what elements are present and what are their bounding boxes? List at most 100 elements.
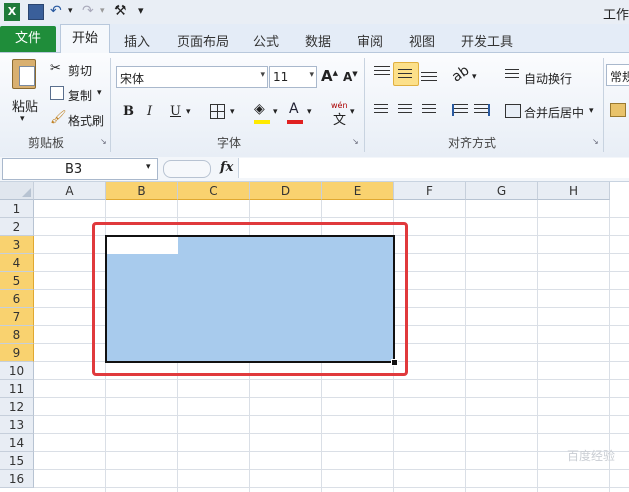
font-size-select[interactable]: 11 ▾ (269, 66, 317, 88)
align-left-icon[interactable] (374, 104, 388, 116)
column-header-g[interactable]: G (466, 182, 538, 200)
tab-file[interactable]: 文件 (0, 26, 56, 52)
font-launcher-icon[interactable]: ↘ (352, 137, 359, 146)
number-format-select[interactable]: 常规 (606, 64, 629, 86)
grow-font-button[interactable]: A▲ (321, 67, 338, 85)
row-header-2[interactable]: 2 (0, 218, 34, 236)
row-header-11[interactable]: 11 (0, 380, 34, 398)
align-center-icon[interactable] (398, 104, 412, 116)
column-header-f[interactable]: F (394, 182, 466, 200)
alignment-group-label: 对齐方式 (448, 136, 497, 150)
copy-icon (50, 86, 64, 100)
paste-icon[interactable] (10, 58, 38, 90)
formula-input[interactable] (238, 158, 629, 178)
formula-bar-handle[interactable] (163, 160, 211, 178)
chevron-down-icon: ▾ (260, 70, 265, 80)
column-header-c[interactable]: C (178, 182, 250, 200)
bottom-align-icon[interactable] (421, 72, 437, 84)
italic-button[interactable]: I (147, 104, 152, 119)
column-header-e[interactable]: E (322, 182, 394, 200)
select-all-corner[interactable] (0, 182, 34, 200)
font-size-value: 11 (273, 70, 289, 84)
fill-color-dropdown-icon[interactable]: ▾ (273, 107, 278, 117)
row-header-3[interactable]: 3 (0, 236, 34, 254)
row-header-15[interactable]: 15 (0, 452, 34, 470)
align-right-icon[interactable] (422, 104, 436, 116)
redo-dropdown-icon[interactable]: ▾ (100, 6, 108, 24)
paste-button[interactable]: 粘贴 (12, 96, 38, 115)
row-header-13[interactable]: 13 (0, 416, 34, 434)
copy-dropdown-icon[interactable]: ▾ (97, 88, 102, 98)
row-header-10[interactable]: 10 (0, 362, 34, 380)
gridline-vertical (537, 200, 538, 492)
merge-center-dropdown-icon[interactable]: ▾ (589, 106, 594, 116)
font-color-glyph: A (289, 101, 299, 117)
column-header-h[interactable]: H (538, 182, 610, 200)
number-format-value: 常规 (610, 70, 629, 84)
cut-button[interactable]: 剪切 (68, 62, 92, 79)
tab-formulas[interactable]: 公式 (253, 31, 279, 50)
column-header-a[interactable]: A (34, 182, 106, 200)
group-divider (110, 58, 111, 152)
name-box-value: B3 (65, 162, 83, 177)
tab-view[interactable]: 视图 (409, 31, 435, 50)
middle-align-icon (398, 69, 412, 79)
currency-icon[interactable] (610, 103, 626, 117)
row-header-7[interactable]: 7 (0, 308, 34, 326)
undo-dropdown-icon[interactable]: ▾ (68, 6, 76, 24)
undo-icon[interactable]: ↶ (50, 3, 66, 21)
clipboard-launcher-icon[interactable]: ↘ (100, 137, 107, 146)
tab-home[interactable]: 开始 (60, 24, 110, 55)
decrease-indent-icon[interactable] (452, 104, 468, 116)
row-header-16[interactable]: 16 (0, 470, 34, 488)
borders-dropdown-icon[interactable]: ▾ (230, 107, 235, 117)
row-header-9[interactable]: 9 (0, 344, 34, 362)
increase-indent-icon[interactable] (474, 104, 490, 116)
redo-icon[interactable]: ↷ (82, 3, 98, 21)
column-header-d[interactable]: D (250, 182, 322, 200)
row-header-12[interactable]: 12 (0, 398, 34, 416)
column-header-b[interactable]: B (106, 182, 178, 200)
tab-developer[interactable]: 开发工具 (461, 31, 513, 50)
alignment-launcher-icon[interactable]: ↘ (592, 137, 599, 146)
row-header-6[interactable]: 6 (0, 290, 34, 308)
fill-color-icon[interactable]: ◈ (254, 101, 270, 124)
font-name-select[interactable]: 宋体 ▾ (116, 66, 268, 88)
insert-function-button[interactable]: fx (220, 160, 233, 175)
title-bar: X ↶ ▾ ↷ ▾ ⚒ ▾ 工作 (0, 0, 629, 25)
gridline-vertical (465, 200, 466, 492)
row-header-4[interactable]: 4 (0, 254, 34, 272)
worksheet-grid[interactable]: ABCDEFGH 1 2 3 4 5 6 7 8 9 10 11 12 13 14 15 16 (0, 182, 629, 492)
merge-center-button[interactable]: 合并后居中 (524, 104, 584, 121)
window-title: 工作 (602, 8, 629, 23)
customize-qat-icon[interactable]: ▾ (138, 4, 148, 22)
tab-data[interactable]: 数据 (305, 31, 331, 50)
row-header-8[interactable]: 8 (0, 326, 34, 344)
excel-logo-icon: X (4, 3, 20, 21)
underline-button[interactable]: U (170, 104, 181, 119)
wrap-text-button[interactable]: 自动换行 (524, 70, 572, 87)
borders-icon[interactable] (210, 104, 225, 119)
underline-dropdown-icon[interactable]: ▾ (186, 107, 191, 117)
tab-review[interactable]: 审阅 (357, 31, 383, 50)
row-header-5[interactable]: 5 (0, 272, 34, 290)
phonetic-dropdown-icon[interactable]: ▾ (350, 107, 355, 117)
save-icon[interactable] (28, 4, 44, 20)
shrink-font-button[interactable]: A▼ (343, 70, 358, 84)
row-header-14[interactable]: 14 (0, 434, 34, 452)
tab-insert[interactable]: 插入 (124, 31, 150, 50)
copy-button[interactable]: 复制 (68, 87, 92, 104)
row-header-1[interactable]: 1 (0, 200, 34, 218)
font-color-dropdown-icon[interactable]: ▾ (307, 107, 312, 117)
format-painter-button[interactable]: 格式刷 (68, 112, 104, 129)
name-box[interactable]: B3 (2, 158, 158, 180)
paste-dropdown-icon[interactable]: ▾ (20, 114, 25, 124)
tools-icon[interactable]: ⚒ (114, 3, 132, 21)
top-align-icon[interactable] (374, 66, 390, 80)
orientation-dropdown-icon[interactable]: ▾ (472, 72, 477, 82)
name-box-dropdown-icon[interactable]: ▾ (146, 162, 151, 172)
tab-page-layout[interactable]: 页面布局 (177, 31, 229, 50)
gridline-horizontal (34, 451, 629, 452)
bold-button[interactable]: B (123, 104, 134, 119)
font-color-icon[interactable]: A (287, 101, 303, 124)
